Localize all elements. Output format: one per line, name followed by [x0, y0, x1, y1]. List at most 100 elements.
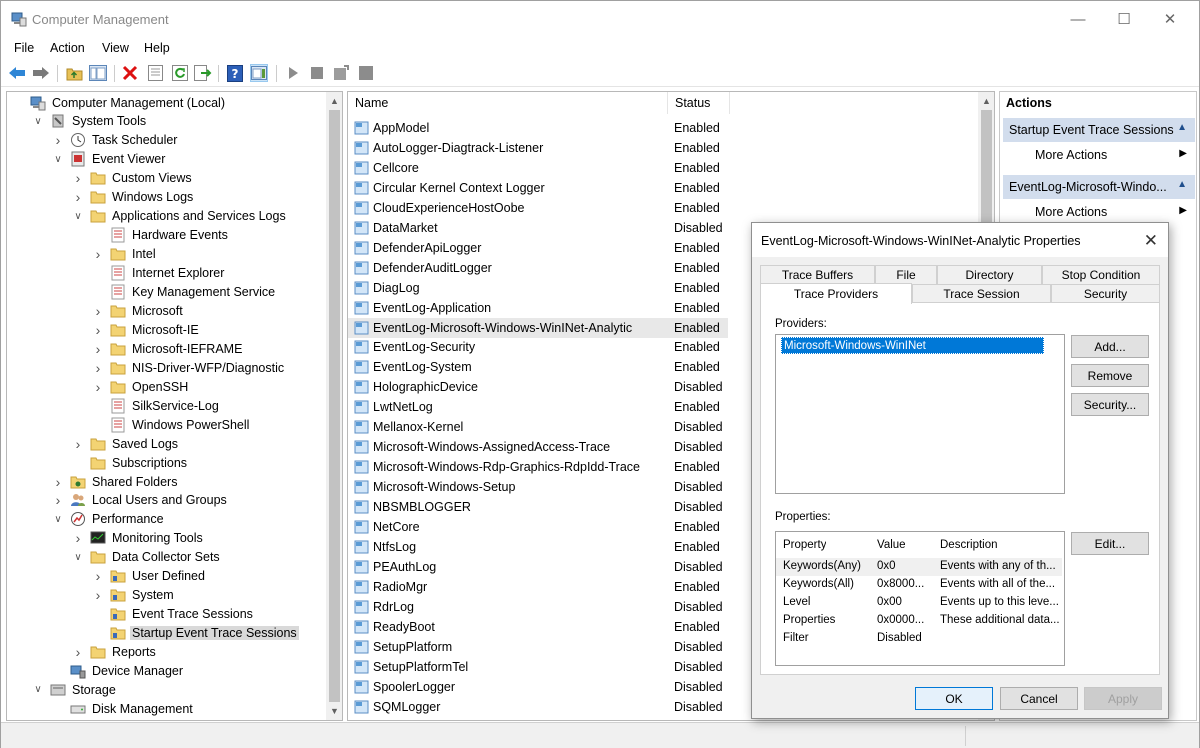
scroll-up-icon[interactable]: ▲: [982, 96, 991, 106]
start-button[interactable]: [284, 64, 302, 82]
tree-item[interactable]: ∨ Performance: [52, 510, 166, 529]
expand-chevron-icon[interactable]: ›: [72, 189, 84, 205]
edit-property-button[interactable]: Edit...: [1071, 532, 1149, 555]
list-row[interactable]: NetCore Enabled: [348, 517, 728, 537]
list-row[interactable]: SetupPlatform Disabled: [348, 637, 728, 657]
list-row[interactable]: NBSMBLOGGER Disabled: [348, 497, 728, 517]
more-actions-item[interactable]: More Actions ▶: [1003, 200, 1195, 224]
dialog-close-button[interactable]: ✕: [1144, 231, 1158, 251]
export-list-button[interactable]: [194, 64, 212, 82]
ok-button[interactable]: OK: [915, 687, 993, 710]
cancel-button[interactable]: Cancel: [1000, 687, 1078, 710]
provider-item-selected[interactable]: Microsoft-Windows-WinINet: [781, 337, 1044, 354]
stop-button[interactable]: [308, 64, 326, 82]
up-one-level-button[interactable]: [65, 64, 83, 82]
property-row[interactable]: Properties 0x0000... These additional data…: [776, 612, 1062, 630]
list-row[interactable]: DefenderApiLogger Enabled: [348, 238, 728, 258]
collapse-chevron-icon[interactable]: ∨: [52, 514, 64, 525]
apply-button[interactable]: Apply: [1084, 687, 1162, 710]
list-row[interactable]: AutoLogger-Diagtrack-Listener Enabled: [348, 138, 728, 158]
list-row[interactable]: Microsoft-Windows-Setup Disabled: [348, 477, 728, 497]
scroll-up-icon[interactable]: ▲: [330, 96, 339, 106]
list-row[interactable]: DefenderAuditLogger Enabled: [348, 258, 728, 278]
help-button[interactable]: ?: [226, 64, 244, 82]
tree-item[interactable]: Key Management Service: [92, 283, 277, 302]
expand-chevron-icon[interactable]: ›: [52, 492, 64, 508]
tree-item[interactable]: › System: [92, 586, 176, 605]
list-row[interactable]: Microsoft-Windows-AssignedAccess-Trace Di…: [348, 437, 728, 457]
tree-item[interactable]: › Saved Logs: [72, 434, 180, 453]
tab-trace-providers[interactable]: Trace Providers: [760, 283, 912, 304]
show-hide-console-tree-button[interactable]: [89, 64, 107, 82]
collapse-chevron-icon[interactable]: ∨: [52, 154, 64, 165]
tree-item[interactable]: › User Defined: [92, 567, 207, 586]
menu-action[interactable]: Action: [50, 41, 85, 55]
tab-security[interactable]: Security: [1051, 284, 1160, 303]
tab-trace-session[interactable]: Trace Session: [912, 284, 1051, 303]
more-actions-item[interactable]: More Actions ▶: [1003, 143, 1195, 167]
actions-section-eventlog-wininet[interactable]: EventLog-Microsoft-Windo... ▲: [1003, 175, 1195, 199]
tree-item[interactable]: › OpenSSH: [92, 377, 190, 396]
providers-listbox[interactable]: Microsoft-Windows-WinINet: [775, 334, 1065, 494]
list-row[interactable]: DiagLog Enabled: [348, 278, 728, 298]
tree-item[interactable]: › Windows Logs: [72, 188, 195, 207]
tree-item[interactable]: SilkService-Log: [92, 396, 221, 415]
tree-item[interactable]: ∨ Event Viewer: [52, 150, 167, 169]
list-row[interactable]: RadioMgr Enabled: [348, 577, 728, 597]
list-row[interactable]: HolographicDevice Disabled: [348, 377, 728, 397]
tree-item[interactable]: Computer Management (Local): [12, 93, 227, 112]
add-provider-button[interactable]: Add...: [1071, 335, 1149, 358]
property-row[interactable]: Level 0x00 Events up to this leve...: [776, 594, 1062, 612]
tree-item[interactable]: Device Manager: [52, 662, 185, 681]
scroll-down-icon[interactable]: ▼: [330, 706, 339, 716]
remove-provider-button[interactable]: Remove: [1071, 364, 1149, 387]
save-template-button[interactable]: [357, 64, 375, 82]
tree-item[interactable]: › Microsoft-IE: [92, 320, 201, 339]
tree-item[interactable]: › Microsoft-IEFRAME: [92, 339, 244, 358]
property-row[interactable]: Filter Disabled: [776, 630, 1062, 648]
new-button[interactable]: [332, 64, 350, 82]
forward-button[interactable]: [32, 64, 50, 82]
expand-chevron-icon[interactable]: ›: [52, 474, 64, 490]
list-row[interactable]: NtfsLog Enabled: [348, 537, 728, 557]
tree-item[interactable]: Event Trace Sessions: [92, 605, 255, 624]
list-row[interactable]: RdrLog Disabled: [348, 597, 728, 617]
tab-directory[interactable]: Directory: [937, 265, 1042, 284]
collapse-chevron-icon[interactable]: ∨: [32, 116, 44, 127]
tree-item[interactable]: Subscriptions: [72, 453, 189, 472]
expand-chevron-icon[interactable]: ›: [92, 303, 104, 319]
list-row[interactable]: SQMLogger Disabled: [348, 697, 728, 717]
expand-chevron-icon[interactable]: ›: [92, 322, 104, 338]
tree-scroll-thumb[interactable]: [329, 110, 340, 702]
close-window-button[interactable]: ✕: [1147, 7, 1193, 31]
tree-item[interactable]: ∨ Applications and Services Logs: [72, 207, 288, 226]
list-row[interactable]: Microsoft-Windows-Rdp-Graphics-RdpIdd-Tr…: [348, 457, 728, 477]
tree-item[interactable]: ∨ Data Collector Sets: [72, 548, 222, 567]
tree-item[interactable]: › Microsoft: [92, 301, 185, 320]
expand-chevron-icon[interactable]: ›: [52, 132, 64, 148]
delete-button[interactable]: [121, 64, 139, 82]
tree-item[interactable]: › Intel: [92, 245, 158, 264]
expand-chevron-icon[interactable]: ›: [72, 436, 84, 452]
collapse-up-icon[interactable]: ▲: [1177, 179, 1187, 190]
list-row[interactable]: SpoolerLogger Disabled: [348, 677, 728, 697]
back-button[interactable]: [8, 64, 26, 82]
list-row[interactable]: EventLog-Security Enabled: [348, 337, 728, 357]
tab-trace-buffers[interactable]: Trace Buffers: [760, 265, 875, 284]
expand-chevron-icon[interactable]: ›: [72, 644, 84, 660]
refresh-button[interactable]: [171, 64, 189, 82]
tree-vertical-scrollbar[interactable]: ▲ ▼: [326, 92, 342, 720]
show-hide-action-pane-button[interactable]: [250, 64, 268, 82]
collapse-up-icon[interactable]: ▲: [1177, 122, 1187, 133]
expand-chevron-icon[interactable]: ›: [92, 587, 104, 603]
tree-item[interactable]: › Monitoring Tools: [72, 529, 205, 548]
menu-file[interactable]: File: [14, 41, 34, 55]
tree-item[interactable]: › Task Scheduler: [52, 131, 179, 150]
collapse-chevron-icon[interactable]: ∨: [72, 211, 84, 222]
minimize-button[interactable]: —: [1055, 7, 1101, 31]
maximize-button[interactable]: ☐: [1101, 7, 1147, 31]
tree-item[interactable]: › Shared Folders: [52, 472, 179, 491]
expand-chevron-icon[interactable]: ›: [92, 341, 104, 357]
tree-item[interactable]: Hardware Events: [92, 226, 230, 245]
list-row[interactable]: EventLog-Application Enabled: [348, 298, 728, 318]
